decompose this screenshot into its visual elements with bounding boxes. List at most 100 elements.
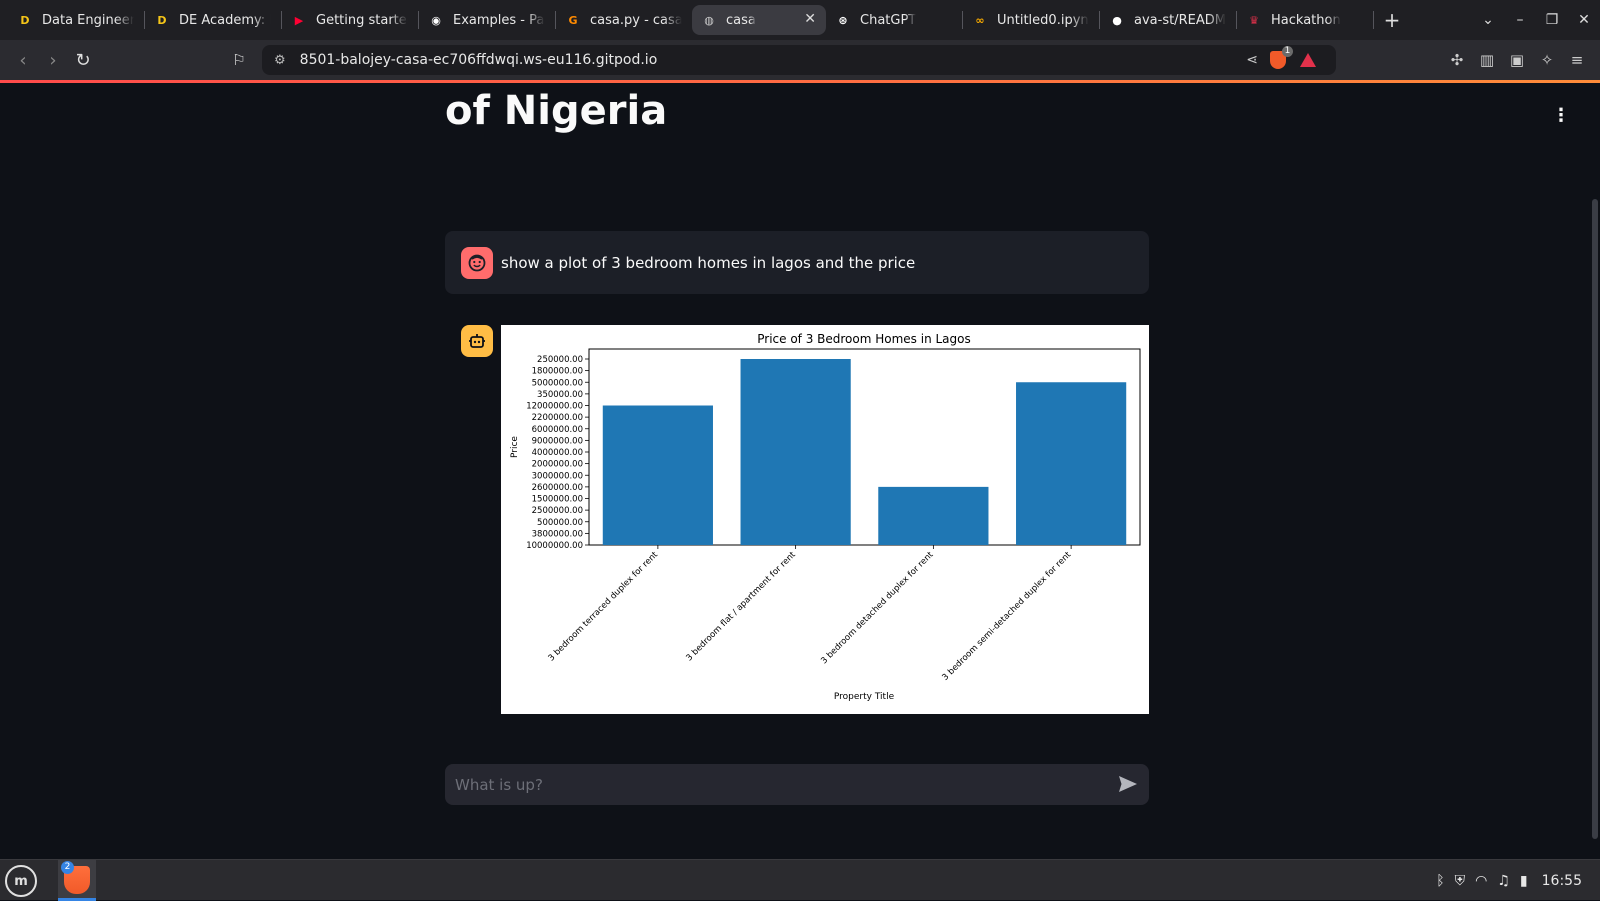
x-tick-label: 3 bedroom terraced duplex for rent [547,550,661,664]
music-icon[interactable]: ♫ [1497,873,1510,889]
sidebar-icon[interactable]: ▥ [1472,51,1502,69]
tab-title: Getting started [316,12,408,28]
gitpod-icon: G [568,13,578,27]
bar-1 [602,405,713,545]
battery-icon[interactable]: ▮ [1520,873,1528,889]
chart-title: Price of 3 Bedroom Homes in Lagos [757,332,971,346]
x-tick-label: 3 bedroom flat / apartment for rent [684,550,798,664]
wallet-icon[interactable]: ▣ [1502,51,1532,69]
letter-d-icon: D [20,13,30,27]
minimize-icon[interactable]: – [1504,12,1536,28]
browser-tab[interactable]: Gcasa.py - casa - [556,5,692,35]
system-tray: ᛒ ⛨ ◠ ♫ ▮ 16:55 [1436,860,1582,901]
scrollbar-thumb[interactable] [1592,199,1598,839]
share-icon[interactable]: ⋖ [1246,52,1258,68]
browser-tab[interactable]: ◍ casa ✕ [692,5,826,35]
bar-4 [1016,382,1127,545]
tab-title: DE Academy: Le [179,12,271,28]
y-tick-label: 2500000.00 [532,506,583,516]
user-message-text: show a plot of 3 bedroom homes in lagos … [501,253,916,272]
browser-tab[interactable]: ▶ Getting started [282,5,418,35]
leo-ai-icon[interactable]: ✧ [1532,51,1562,69]
x-tick-label: 3 bedroom semi-detached duplex for rent [940,550,1073,683]
y-tick-label: 250000.00 [537,355,583,365]
browser-tab[interactable]: ● ava-st/README [1100,5,1236,35]
panda-icon: ◉ [431,13,441,27]
app-page: ⋮ analysis tool for the residents of Nig… [0,83,1600,859]
globe-icon: ◍ [704,13,714,27]
clock[interactable]: 16:55 [1542,873,1582,889]
browser-tab[interactable]: D DE Academy: Le [145,5,281,35]
chart-y-axis-label: Price [510,436,520,458]
scrollbar[interactable] [1588,83,1600,859]
forward-icon[interactable]: › [38,50,68,71]
send-icon[interactable] [1117,773,1139,795]
browser-navigation-bar: ‹ › ↻ ⚐ ⚙ 8501-balojey-casa-ec706ffdwqi.… [0,40,1600,80]
y-tick-label: 9000000.00 [532,436,583,446]
y-tick-label: 1800000.00 [532,367,583,377]
tab-title: Data Engineer A [42,12,134,28]
chat-input-placeholder: What is up? [455,775,543,794]
user-avatar-icon [461,246,493,279]
chat-input[interactable]: What is up? [445,764,1149,805]
y-tick-label: 12000000.00 [526,402,583,412]
tab-title: ChatGPT [860,12,917,28]
mint-menu-icon[interactable]: m [5,865,37,897]
y-tick-label: 6000000.00 [532,425,583,435]
tab-title: casa [726,12,756,28]
y-tick-label: 3000000.00 [532,471,583,481]
app-menu-icon[interactable]: ⋮ [1552,105,1570,126]
y-tick-label: 2200000.00 [532,413,583,423]
site-settings-icon[interactable]: ⚙ [274,53,286,68]
page-title-container: analysis tool for the residents of Niger… [445,83,1165,228]
wifi-icon[interactable]: ◠ [1475,873,1487,889]
x-tick-label: 3 bedroom detached duplex for rent [819,550,936,667]
taskbar-brave-browser[interactable]: 2 [58,860,96,901]
page-title: analysis tool for the residents of Niger… [445,88,668,134]
bookmark-icon[interactable]: ⚐ [224,51,254,69]
hackathon-icon: ♛ [1249,13,1259,27]
letter-d-icon: D [157,13,167,27]
tab-title: Examples - Pan [453,12,545,28]
brave-shields-icon[interactable]: 1 [1270,46,1293,69]
bluetooth-icon[interactable]: ᛒ [1436,873,1444,889]
github-icon: ● [1112,13,1122,27]
restore-icon[interactable]: ❐ [1536,12,1568,28]
user-chat-message: show a plot of 3 bedroom homes in lagos … [445,231,1149,294]
y-tick-label: 2600000.00 [532,483,583,493]
colab-icon: ∞ [975,13,985,27]
brave-rewards-icon[interactable] [1300,53,1316,67]
browser-tab[interactable]: ∞ Untitled0.ipynb [963,5,1099,35]
assistant-avatar-icon [461,325,493,357]
menu-icon[interactable]: ≡ [1562,51,1592,69]
back-icon[interactable]: ‹ [8,50,38,71]
reload-icon[interactable]: ↻ [68,50,98,71]
tab-title: ava-st/README [1134,12,1226,28]
close-tab-icon[interactable]: ✕ [804,11,816,27]
chart-x-axis-label: Property Title [834,692,895,702]
bar-2 [740,359,851,545]
bar-3 [878,486,989,545]
close-window-icon[interactable]: ✕ [1568,12,1600,28]
tab-title: Hackathon [1271,12,1341,28]
y-tick-label: 5000000.00 [532,378,583,388]
chatgpt-icon: ⊛ [838,13,848,27]
address-bar[interactable]: ⚙ 8501-balojey-casa-ec706ffdwqi.ws-eu116… [262,45,1336,75]
shield-tray-icon[interactable]: ⛨ [1455,873,1466,889]
tab-list-icon[interactable]: ⌄ [1472,12,1504,28]
y-tick-label: 10000000.00 [526,541,583,551]
new-tab-icon[interactable]: + [1374,8,1410,32]
browser-tab[interactable]: ◉ Examples - Pan [419,5,555,35]
browser-tab[interactable]: ⊛ ChatGPT [826,5,962,35]
y-tick-label: 4000000.00 [532,448,583,458]
tab-title: Untitled0.ipynb [997,12,1089,28]
y-tick-label: 350000.00 [537,390,583,400]
tab-title: casa.py - casa - [590,12,682,28]
y-tick-label: 500000.00 [537,518,583,528]
url-text: 8501-balojey-casa-ec706ffdwqi.ws-eu116.g… [299,52,658,68]
browser-tab[interactable]: D Data Engineer A [8,5,144,35]
chart-svg: Price of 3 Bedroom Homes in Lagos 250000… [510,332,1141,702]
y-tick-label: 1500000.00 [532,495,583,505]
extensions-icon[interactable]: ✣ [1442,51,1472,69]
browser-tab[interactable]: ♛ Hackathon [1237,5,1373,35]
